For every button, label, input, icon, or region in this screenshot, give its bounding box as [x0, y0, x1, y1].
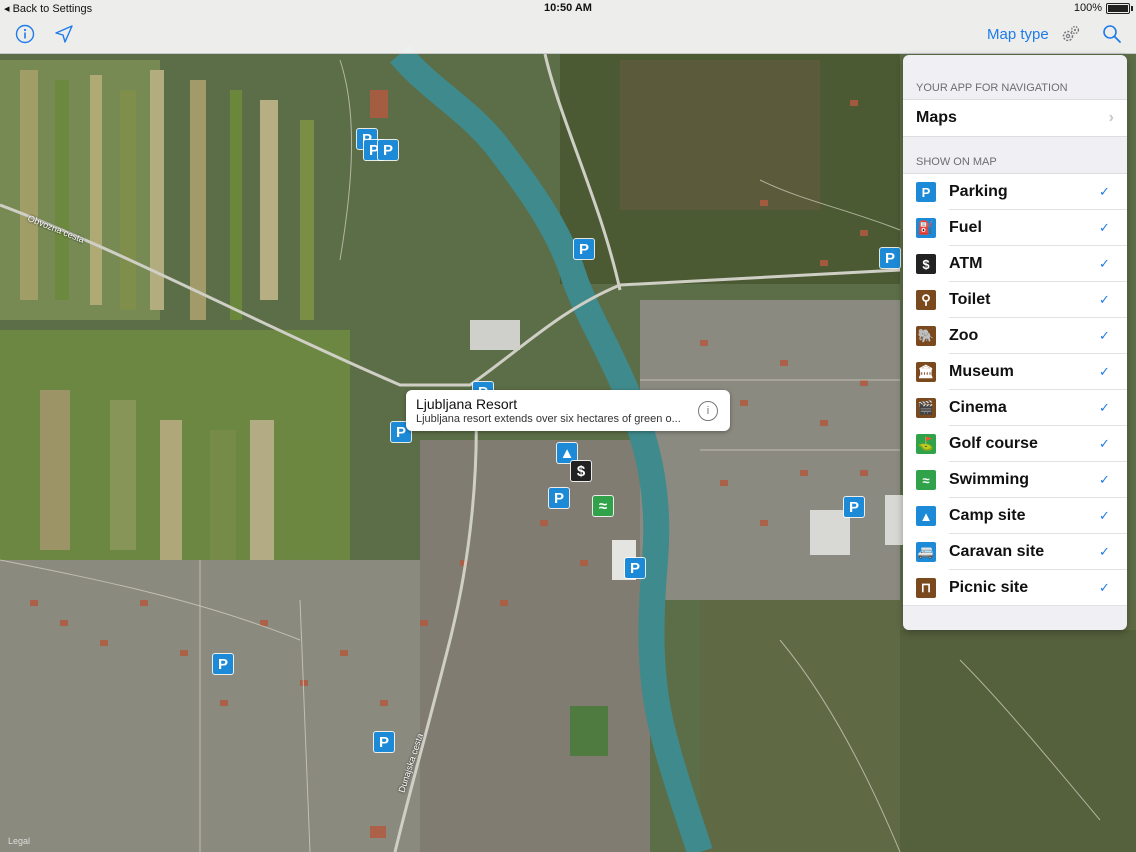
golf-icon: ⛳: [916, 434, 936, 454]
parking-marker[interactable]: P: [625, 558, 645, 578]
parking-marker[interactable]: P: [374, 732, 394, 752]
navigation-app-label: Maps: [916, 109, 957, 126]
poi-row-camp-site[interactable]: ▲ Camp site ✓: [903, 498, 1127, 534]
map-settings-popover: YOUR APP FOR NAVIGATION Maps › SHOW ON M…: [903, 55, 1127, 630]
checkmark-icon: ✓: [1099, 508, 1110, 523]
checkmark-icon: ✓: [1099, 436, 1110, 451]
checkmark-icon: ✓: [1099, 220, 1110, 235]
swimming-icon: ≈: [916, 470, 936, 490]
battery-indicator: 100%: [1073, 2, 1133, 14]
checkmark-icon: ✓: [1099, 328, 1110, 343]
poi-label: Museum: [949, 363, 1014, 380]
location-arrow-icon[interactable]: [54, 24, 74, 44]
zoo-icon: 🐘: [916, 326, 936, 346]
checkmark-icon: ✓: [1099, 292, 1110, 307]
gears-icon[interactable]: [1061, 24, 1081, 44]
show-section-header: SHOW ON MAP: [916, 156, 997, 168]
poi-row-parking[interactable]: P Parking ✓: [903, 174, 1127, 210]
callout-description: Ljubljana resort extends over six hectar…: [416, 413, 681, 425]
map-type-button[interactable]: Map type: [987, 26, 1049, 43]
poi-label: Fuel: [949, 219, 982, 236]
poi-row-cinema[interactable]: 🎬 Cinema ✓: [903, 390, 1127, 426]
atm-marker[interactable]: $: [571, 461, 591, 481]
poi-row-caravan-site[interactable]: 🚐 Caravan site ✓: [903, 534, 1127, 570]
checkmark-icon: ✓: [1099, 364, 1110, 379]
fuel-icon: ⛽: [916, 218, 936, 238]
poi-row-picnic-site[interactable]: ⊓ Picnic site ✓: [903, 570, 1127, 606]
parking-marker[interactable]: P: [378, 140, 398, 160]
parking-marker[interactable]: P: [574, 239, 594, 259]
picnic-icon: ⊓: [916, 578, 936, 598]
parking-marker[interactable]: P: [880, 248, 900, 268]
checkmark-icon: ✓: [1099, 400, 1110, 415]
status-bar: ◂ Back to Settings 10:50 AM 100%: [0, 0, 1136, 18]
poi-row-toilet[interactable]: ⚲ Toilet ✓: [903, 282, 1127, 318]
parking-marker[interactable]: P: [213, 654, 233, 674]
checkmark-icon: ✓: [1099, 472, 1110, 487]
poi-callout[interactable]: Ljubljana Resort Ljubljana resort extend…: [406, 390, 730, 431]
info-icon[interactable]: [15, 24, 35, 44]
parking-marker[interactable]: P: [549, 488, 569, 508]
poi-row-museum[interactable]: 🏛 Museum ✓: [903, 354, 1127, 390]
poi-label: Caravan site: [949, 543, 1045, 560]
checkmark-icon: ✓: [1099, 544, 1110, 559]
checkmark-icon: ✓: [1099, 580, 1110, 595]
status-time: 10:50 AM: [544, 2, 592, 14]
poi-label: Camp site: [949, 507, 1026, 524]
camp-site-marker[interactable]: ▲: [557, 443, 577, 463]
callout-info-icon[interactable]: i: [698, 401, 718, 421]
chevron-right-icon: ›: [1108, 109, 1114, 126]
poi-label: ATM: [949, 255, 983, 272]
legal-link[interactable]: Legal: [8, 836, 30, 846]
navigation-bar: ◂ Back to Settings 10:50 AM 100% Map typ…: [0, 0, 1136, 54]
battery-icon: [1106, 2, 1133, 14]
parking-icon: P: [916, 182, 936, 202]
atm-icon: $: [916, 254, 936, 274]
poi-row-golf-course[interactable]: ⛳ Golf course ✓: [903, 426, 1127, 462]
poi-label: Parking: [949, 183, 1008, 200]
parking-marker[interactable]: P: [844, 497, 864, 517]
poi-label: Toilet: [949, 291, 991, 308]
poi-row-swimming[interactable]: ≈ Swimming ✓: [903, 462, 1127, 498]
poi-row-zoo[interactable]: 🐘 Zoo ✓: [903, 318, 1127, 354]
poi-row-atm[interactable]: $ ATM ✓: [903, 246, 1127, 282]
checkmark-icon: ✓: [1099, 256, 1110, 271]
battery-percent: 100%: [1073, 2, 1102, 14]
poi-label: Golf course: [949, 435, 1038, 452]
nav-section-header: YOUR APP FOR NAVIGATION: [916, 82, 1068, 94]
swimming-marker[interactable]: ≈: [593, 496, 613, 516]
poi-label: Swimming: [949, 471, 1030, 488]
toilet-icon: ⚲: [916, 290, 936, 310]
museum-icon: 🏛: [916, 362, 936, 382]
cinema-icon: 🎬: [916, 398, 936, 418]
poi-row-fuel[interactable]: ⛽ Fuel ✓: [903, 210, 1127, 246]
camp-site-icon: ▲: [916, 506, 936, 526]
poi-label: Cinema: [949, 399, 1007, 416]
search-icon[interactable]: [1102, 24, 1122, 44]
checkmark-icon: ✓: [1099, 184, 1110, 199]
caravan-icon: 🚐: [916, 542, 936, 562]
poi-toggle-list: P Parking ✓ ⛽ Fuel ✓ $ ATM ✓ ⚲ Toilet ✓ 🐘 Zoo ✓ 🏛 Museum…: [903, 173, 1127, 606]
poi-label: Zoo: [949, 327, 979, 344]
callout-title: Ljubljana Resort: [416, 396, 518, 412]
navigation-app-row[interactable]: Maps ›: [903, 99, 1127, 137]
poi-label: Picnic site: [949, 579, 1029, 596]
